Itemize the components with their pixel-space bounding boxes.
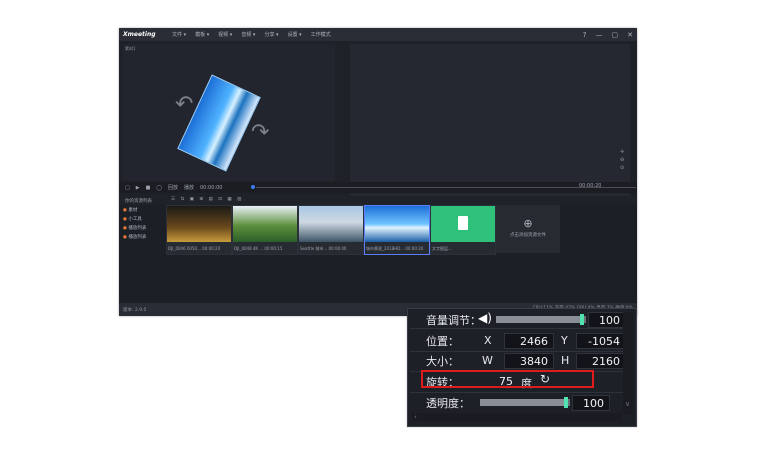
secondary-preview [350,44,630,198]
opacity-label: 透明度： [426,397,470,410]
menu-video[interactable]: 视频 ▾ [218,31,232,38]
opacity-knob[interactable] [563,397,568,408]
library-tools[interactable]: ☰ ⇅ ▣ ⊞ ▤ ⊡ ▦ ▥ [171,197,243,202]
volume-row: 音量调节： [426,310,481,330]
app-logo: Xmeeting [123,31,156,38]
opacity-fill [480,399,566,406]
volume-field[interactable]: 100 [588,312,626,328]
window-controls: ? — ▢ ✕ [583,28,633,41]
library-header: 你的资源列表 ☰ ⇅ ▣ ⊞ ▤ ⊡ ▦ ▥ [119,196,637,205]
add-file-icon: ⊕ [523,217,533,230]
volume-knob[interactable] [579,314,584,325]
menu-share[interactable]: 分享 ▾ [264,31,278,38]
position-row: 位置： [426,331,459,351]
media-thumb-2[interactable]: DJI_0048 4K ... 00:00:15 [232,205,298,255]
sidebar-item-material[interactable]: ● 素材 [123,207,163,213]
loop-icon[interactable]: ◯ [156,185,162,191]
library-panel: ● 素材 ● 小工具 ● 播放列表 ● 播放列表 DJI_0046 0050..… [119,205,637,303]
rotated-photo[interactable] [177,74,261,172]
fit-icon[interactable]: ⊙ [620,164,624,172]
preview-canvas[interactable]: 素材1 ↶ ↷ [123,44,335,181]
time-start: 00:00:00 [199,184,223,191]
rotate-cw-icon: ↷ [251,120,270,145]
properties-panel: 音量调节： ◀) 100 位置： X 2466 Y -1054 大小： W 38… [407,308,637,427]
opacity-field[interactable]: 100 [572,395,610,411]
media-thumb-5[interactable]: 文字图层... [430,205,496,255]
app-window: Xmeeting 文件 ▾ 模板 ▾ 视频 ▾ 音频 ▾ 分享 ▾ 设置 ▾ 工… [119,28,637,316]
media-thumb-3[interactable]: Seattle 城市... 00:00:40 [298,205,364,255]
zoom-in-icon[interactable]: ✛ [620,148,624,156]
play-button[interactable]: 播放 [184,184,194,191]
sidebar-item-playlist[interactable]: ● 播放列表 [123,225,163,231]
library-title: 你的资源列表 [125,199,152,204]
minimize-icon[interactable]: — [596,31,603,39]
stop-icon[interactable]: ■ [146,185,151,191]
sidebar-item-playlist-2[interactable]: ● 播放列表 [123,234,163,240]
volume-slider[interactable] [496,314,586,325]
zoom-tools[interactable]: ✛ ⊖ ⊙ [620,148,624,172]
opacity-row: 透明度： [426,393,470,413]
menu-template[interactable]: 模板 ▾ [195,31,209,38]
preview-label: 素材1 [125,46,136,51]
position-y-field[interactable]: -1054 [576,333,626,349]
close-icon[interactable]: ✕ [627,31,633,39]
panel-scrollbar-horizontal[interactable]: ‹ [412,413,622,421]
stop-square-icon[interactable]: □ [125,185,130,191]
w-label: W [482,354,493,367]
media-thumb-1[interactable]: DJI_0046 0050... 00:00:20 [166,205,232,255]
maximize-icon[interactable]: ▢ [612,31,619,39]
volume-label: 音量调节： [426,314,481,327]
version-text: 版本: 2.9.0 [123,308,147,313]
speaker-icon[interactable]: ◀) [478,311,492,325]
size-label: 大小： [426,355,459,368]
volume-fill [496,316,582,323]
h-label: H [561,354,570,367]
menu-settings[interactable]: 设置 ▾ [288,31,302,38]
position-x-field[interactable]: 2466 [504,333,554,349]
media-thumb-4[interactable]: 城市景观_2018HD... 00:00:20 [364,205,430,255]
sidebar-item-tools[interactable]: ● 小工具 [123,216,163,222]
x-label: X [484,334,492,347]
menu-file[interactable]: 文件 ▾ [172,31,186,38]
document-icon [458,216,468,230]
panel-scrollbar-vertical[interactable]: ∨ [623,312,633,415]
position-label: 位置： [426,335,459,348]
play-icon[interactable]: ▶ [136,185,140,191]
rotate-ccw-icon: ↶ [175,92,194,117]
zoom-out-icon[interactable]: ⊖ [620,156,624,164]
help-icon[interactable]: ? [583,31,587,39]
menu-work-mode[interactable]: 工作模式 [311,31,331,38]
size-row: 大小： [426,351,459,371]
size-h-field[interactable]: 2160 [576,353,626,369]
size-w-field[interactable]: 3840 [504,353,554,369]
menu-audio[interactable]: 音频 ▾ [241,31,255,38]
y-label: Y [561,334,568,347]
add-resource-tile[interactable]: ⊕ 点击添加资源文件 [496,205,560,253]
opacity-slider[interactable] [480,397,570,408]
replay-button[interactable]: 回放 [168,184,178,191]
chevron-down-icon[interactable]: ∨ [625,400,630,408]
divider [410,328,630,329]
library-sidebar: ● 素材 ● 小工具 ● 播放列表 ● 播放列表 [123,207,163,303]
rotation-highlight-box [421,370,594,388]
chevron-left-icon[interactable]: ‹ [414,413,417,421]
title-bar: Xmeeting 文件 ▾ 模板 ▾ 视频 ▾ 音频 ▾ 分享 ▾ 设置 ▾ 工… [119,28,637,41]
timeline-handle[interactable] [251,185,255,189]
time-end: 00:00:20 [579,183,602,189]
